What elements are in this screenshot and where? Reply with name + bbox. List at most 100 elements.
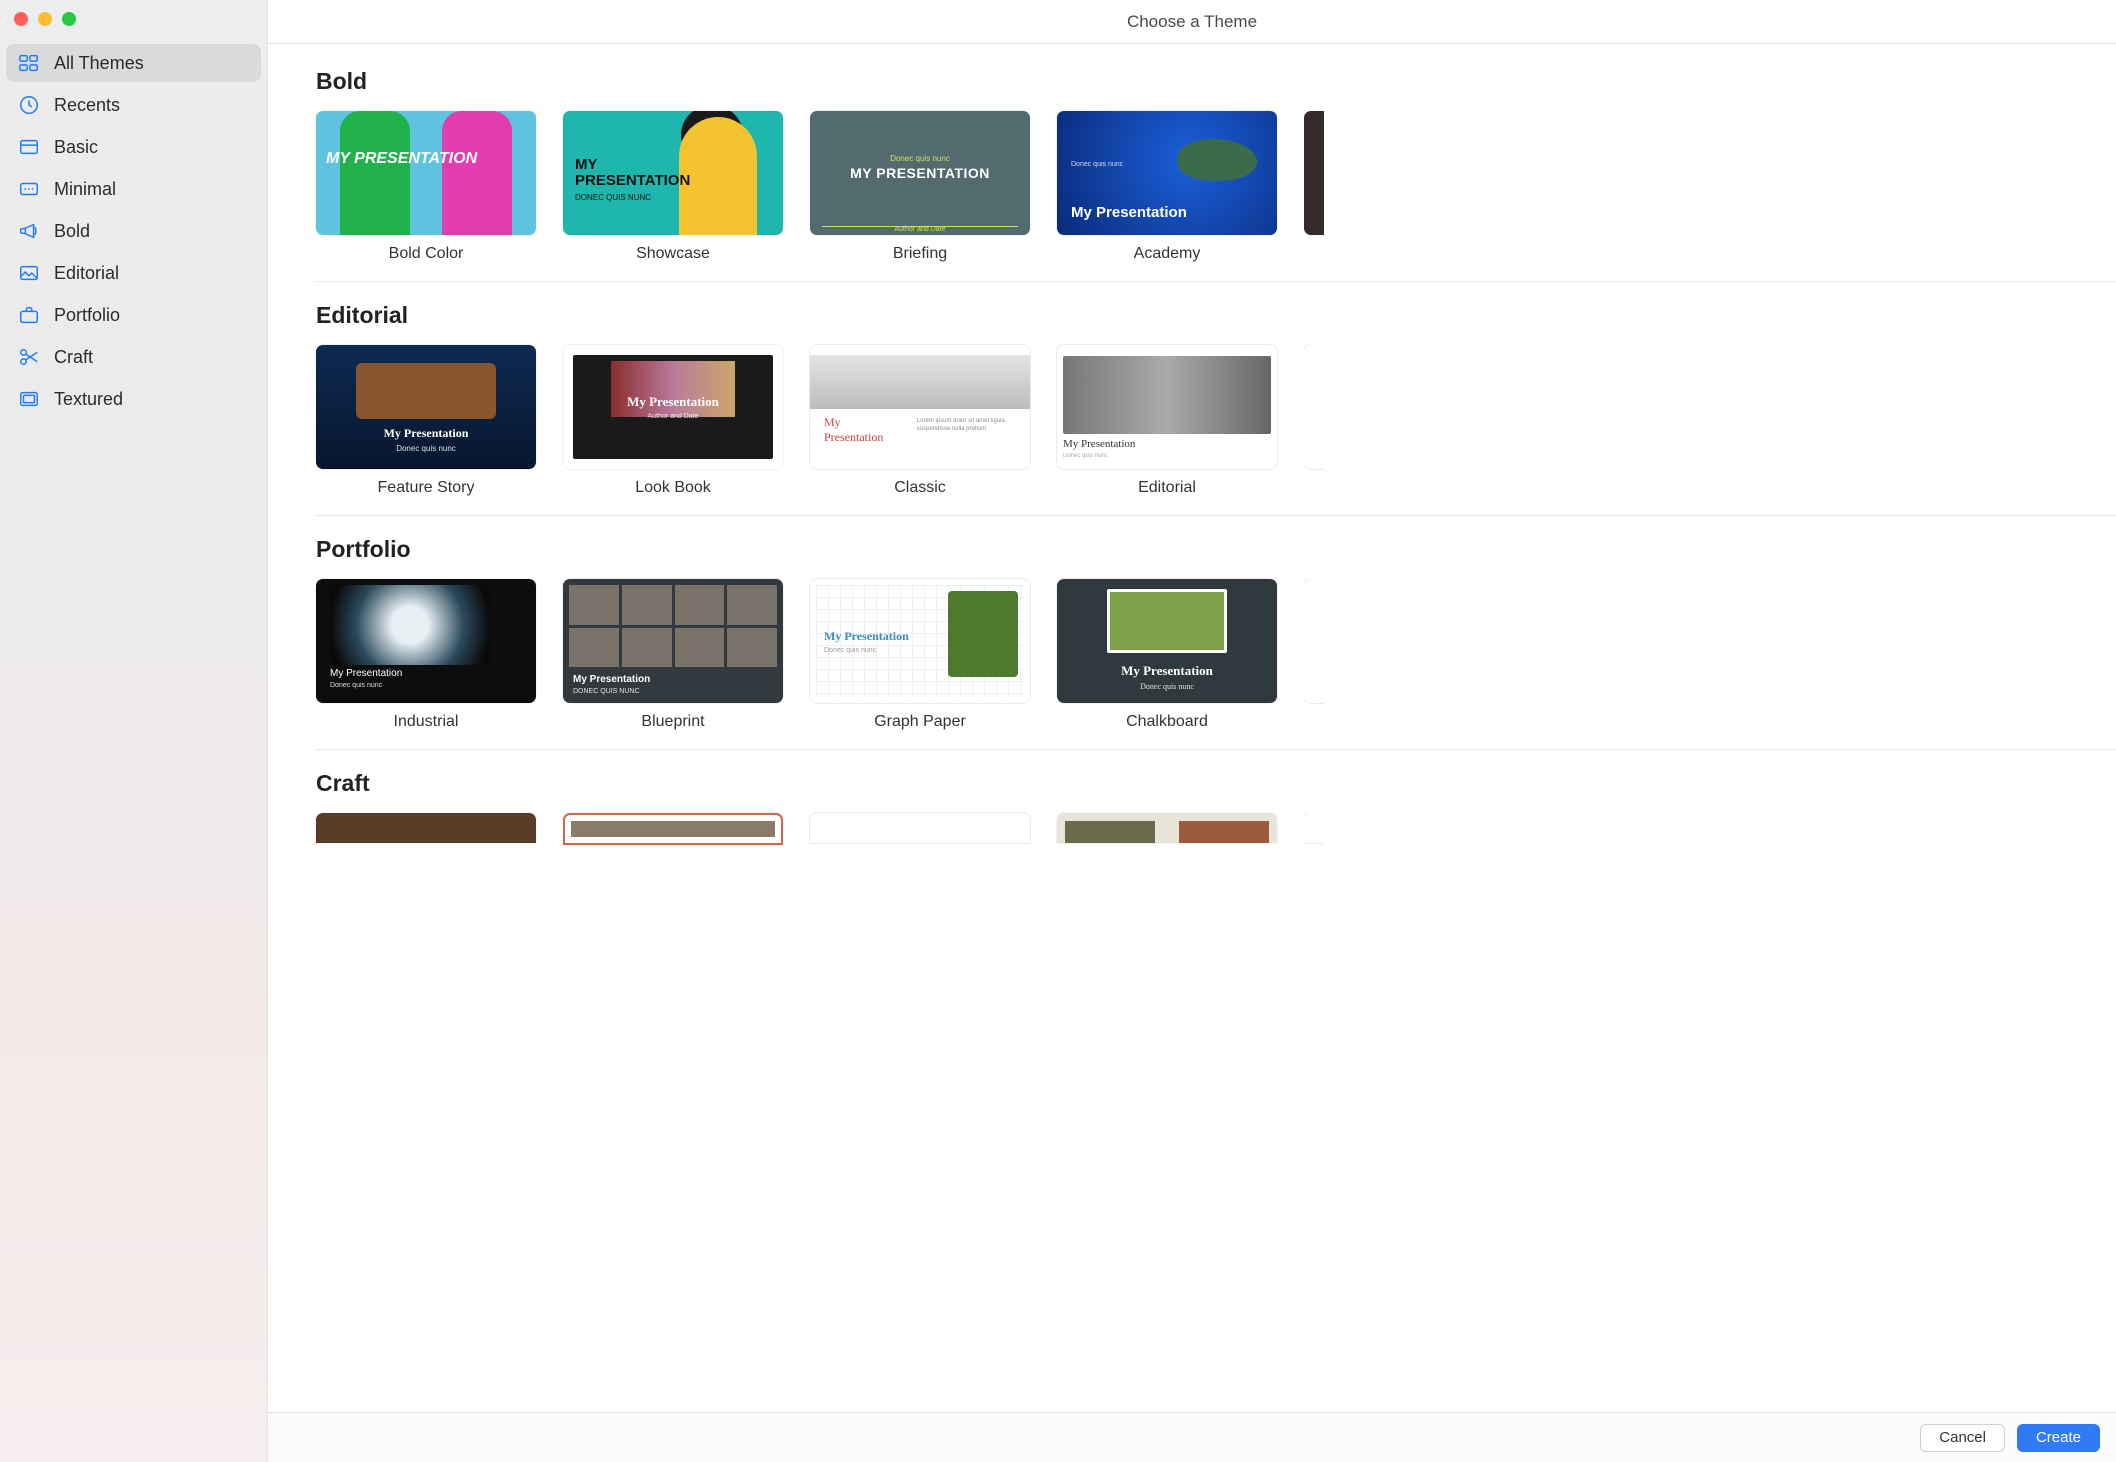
main: Choose a Theme Bold MY PRESENTATION Bold… xyxy=(268,0,2116,1462)
sidebar-item-all-themes[interactable]: All Themes xyxy=(6,44,261,82)
briefcase-icon xyxy=(18,304,40,326)
theme-label: Feature Story xyxy=(316,479,536,497)
minimize-window-button[interactable] xyxy=(38,12,52,26)
sidebar-item-basic[interactable]: Basic xyxy=(6,128,261,166)
theme-thumbnail: My Presentation Donec quis nunc xyxy=(1057,579,1277,703)
theme-thumbnail: My Presentation DONEC QUIS NUNC xyxy=(563,579,783,703)
theme-thumbnail: My Presentation Donec quis nunc xyxy=(1057,345,1277,469)
theme-thumbnail: MY PRESENTATION xyxy=(316,111,536,235)
section-title: Bold xyxy=(316,68,2116,95)
close-window-button[interactable] xyxy=(14,12,28,26)
cancel-button[interactable]: Cancel xyxy=(1920,1424,2005,1452)
basic-icon xyxy=(18,136,40,158)
sidebar-item-recents[interactable]: Recents xyxy=(6,86,261,124)
sidebar: All Themes Recents Basic Minimal xyxy=(0,0,268,1462)
footer: Cancel Create xyxy=(268,1412,2116,1462)
minimal-icon xyxy=(18,178,40,200)
content-scroll[interactable]: Bold MY PRESENTATION Bold Color MYPRESEN… xyxy=(268,44,2116,1412)
sidebar-item-label: Textured xyxy=(54,389,123,410)
theme-label: Showcase xyxy=(563,245,783,263)
sidebar-item-portfolio[interactable]: Portfolio xyxy=(6,296,261,334)
sidebar-item-editorial[interactable]: Editorial xyxy=(6,254,261,292)
theme-thumbnail xyxy=(1304,111,1324,235)
theme-thumbnail xyxy=(1057,813,1277,843)
theme-partial[interactable] xyxy=(1304,111,1324,263)
section-editorial: Editorial My Presentation Donec quis nun… xyxy=(316,302,2116,516)
section-craft: Craft xyxy=(316,770,2116,845)
theme-thumbnail: My Presentation Donec quis nunc xyxy=(316,345,536,469)
megaphone-icon xyxy=(18,220,40,242)
theme-label: Briefing xyxy=(810,245,1030,263)
theme-blueprint[interactable]: My Presentation DONEC QUIS NUNC Blueprin… xyxy=(563,579,783,731)
theme-feature-story[interactable]: My Presentation Donec quis nunc Feature … xyxy=(316,345,536,497)
clock-icon xyxy=(18,94,40,116)
theme-chalkboard[interactable]: My Presentation Donec quis nunc Chalkboa… xyxy=(1057,579,1277,731)
sidebar-item-label: Editorial xyxy=(54,263,119,284)
window-controls xyxy=(0,8,267,44)
theme-partial[interactable] xyxy=(1304,579,1324,731)
theme-thumbnail: Donec quis nunc MY PRESENTATION Author a… xyxy=(810,111,1030,235)
theme-briefing[interactable]: Donec quis nunc MY PRESENTATION Author a… xyxy=(810,111,1030,263)
sidebar-item-textured[interactable]: Textured xyxy=(6,380,261,418)
theme-bold-color[interactable]: MY PRESENTATION Bold Color xyxy=(316,111,536,263)
create-button[interactable]: Create xyxy=(2017,1424,2100,1452)
theme-thumbnail: Donec quis nunc My Presentation xyxy=(1057,111,1277,235)
sidebar-item-label: All Themes xyxy=(54,53,144,74)
theme-academy[interactable]: Donec quis nunc My Presentation Academy xyxy=(1057,111,1277,263)
theme-look-book[interactable]: My Presentation Author and Date Look Boo… xyxy=(563,345,783,497)
theme-label: Academy xyxy=(1057,245,1277,263)
theme-thumbnail: MYPRESENTATION DONEC QUIS NUNC xyxy=(563,111,783,235)
theme-label: Chalkboard xyxy=(1057,713,1277,731)
theme-label: Classic xyxy=(810,479,1030,497)
theme-craft-4[interactable] xyxy=(1057,813,1277,845)
theme-partial[interactable] xyxy=(1304,345,1324,497)
theme-craft-1[interactable] xyxy=(316,813,536,845)
textured-icon xyxy=(18,388,40,410)
theme-thumbnail xyxy=(1304,813,1324,843)
theme-partial[interactable] xyxy=(1304,813,1324,845)
theme-craft-2[interactable] xyxy=(563,813,783,845)
sidebar-item-label: Minimal xyxy=(54,179,116,200)
theme-thumbnail: My Presentation Donec quis nunc xyxy=(316,579,536,703)
theme-label: Editorial xyxy=(1057,479,1277,497)
scissors-icon xyxy=(18,346,40,368)
sidebar-item-minimal[interactable]: Minimal xyxy=(6,170,261,208)
section-portfolio: Portfolio My Presentation Donec quis nun… xyxy=(316,536,2116,750)
theme-thumbnail xyxy=(810,813,1030,843)
titlebar: Choose a Theme xyxy=(268,0,2116,44)
theme-thumbnail: My Presentation Donec quis nunc xyxy=(810,579,1030,703)
theme-craft-3[interactable] xyxy=(810,813,1030,845)
section-title: Portfolio xyxy=(316,536,2116,563)
theme-label: Graph Paper xyxy=(810,713,1030,731)
theme-editorial[interactable]: My Presentation Donec quis nunc Editoria… xyxy=(1057,345,1277,497)
sidebar-item-label: Recents xyxy=(54,95,120,116)
theme-thumbnail xyxy=(316,813,536,843)
theme-thumbnail xyxy=(1304,579,1324,703)
theme-graph-paper[interactable]: My Presentation Donec quis nunc Graph Pa… xyxy=(810,579,1030,731)
theme-thumbnail xyxy=(563,813,783,845)
theme-showcase[interactable]: MYPRESENTATION DONEC QUIS NUNC Showcase xyxy=(563,111,783,263)
section-title: Craft xyxy=(316,770,2116,797)
section-title: Editorial xyxy=(316,302,2116,329)
theme-industrial[interactable]: My Presentation Donec quis nunc Industri… xyxy=(316,579,536,731)
sidebar-item-label: Portfolio xyxy=(54,305,120,326)
window-title: Choose a Theme xyxy=(1127,12,1257,32)
theme-label: Bold Color xyxy=(316,245,536,263)
maximize-window-button[interactable] xyxy=(62,12,76,26)
theme-thumbnail xyxy=(1304,345,1324,469)
theme-label: Blueprint xyxy=(563,713,783,731)
image-icon xyxy=(18,262,40,284)
section-bold: Bold MY PRESENTATION Bold Color MYPRESEN… xyxy=(316,68,2116,282)
sidebar-item-label: Craft xyxy=(54,347,93,368)
theme-thumbnail: My Presentation Author and Date xyxy=(563,345,783,469)
nav-list: All Themes Recents Basic Minimal xyxy=(0,44,267,422)
theme-classic[interactable]: My Presentation Lorem ipsum dolor sit am… xyxy=(810,345,1030,497)
grid-icon xyxy=(18,52,40,74)
theme-label: Look Book xyxy=(563,479,783,497)
sidebar-item-label: Bold xyxy=(54,221,90,242)
sidebar-item-label: Basic xyxy=(54,137,98,158)
theme-thumbnail: My Presentation Lorem ipsum dolor sit am… xyxy=(810,345,1030,469)
sidebar-item-bold[interactable]: Bold xyxy=(6,212,261,250)
sidebar-item-craft[interactable]: Craft xyxy=(6,338,261,376)
theme-label: Industrial xyxy=(316,713,536,731)
